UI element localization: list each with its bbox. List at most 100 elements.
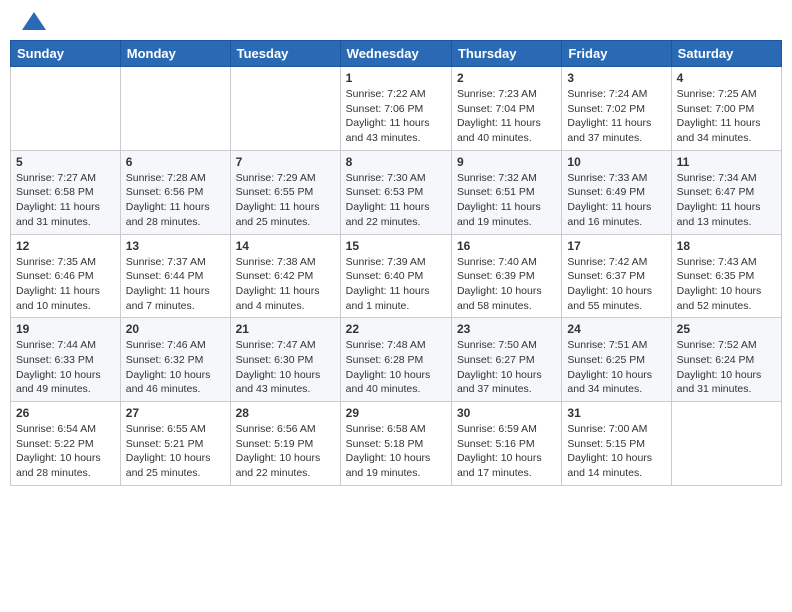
sunset-text: Sunset: 7:06 PM bbox=[346, 103, 424, 115]
daylight-text: Daylight: 10 hours and 58 minutes. bbox=[457, 285, 542, 312]
day-number: 18 bbox=[677, 239, 776, 253]
calendar-cell bbox=[11, 67, 121, 151]
day-number: 31 bbox=[567, 406, 665, 420]
sunrise-text: Sunrise: 7:43 AM bbox=[677, 256, 757, 268]
sunrise-text: Sunrise: 7:28 AM bbox=[126, 172, 206, 184]
sunrise-text: Sunrise: 7:52 AM bbox=[677, 339, 757, 351]
daylight-text: Daylight: 11 hours and 40 minutes. bbox=[457, 117, 541, 144]
calendar-cell: 18 Sunrise: 7:43 AM Sunset: 6:35 PM Dayl… bbox=[671, 234, 781, 318]
daylight-text: Daylight: 10 hours and 19 minutes. bbox=[346, 452, 431, 479]
calendar-cell: 4 Sunrise: 7:25 AM Sunset: 7:00 PM Dayli… bbox=[671, 67, 781, 151]
calendar-cell: 28 Sunrise: 6:56 AM Sunset: 5:19 PM Dayl… bbox=[230, 402, 340, 486]
sunrise-text: Sunrise: 7:25 AM bbox=[677, 88, 757, 100]
daylight-text: Daylight: 10 hours and 28 minutes. bbox=[16, 452, 101, 479]
calendar-cell: 24 Sunrise: 7:51 AM Sunset: 6:25 PM Dayl… bbox=[562, 318, 671, 402]
sunrise-text: Sunrise: 7:39 AM bbox=[346, 256, 426, 268]
day-info: Sunrise: 7:52 AM Sunset: 6:24 PM Dayligh… bbox=[677, 338, 776, 397]
sunrise-text: Sunrise: 7:46 AM bbox=[126, 339, 206, 351]
weekday-header: Monday bbox=[120, 41, 230, 67]
day-number: 24 bbox=[567, 322, 665, 336]
day-number: 3 bbox=[567, 71, 665, 85]
sunset-text: Sunset: 6:39 PM bbox=[457, 270, 535, 282]
sunset-text: Sunset: 6:44 PM bbox=[126, 270, 204, 282]
sunset-text: Sunset: 5:22 PM bbox=[16, 438, 94, 450]
day-info: Sunrise: 7:48 AM Sunset: 6:28 PM Dayligh… bbox=[346, 338, 446, 397]
day-number: 16 bbox=[457, 239, 556, 253]
sunrise-text: Sunrise: 7:48 AM bbox=[346, 339, 426, 351]
day-info: Sunrise: 7:24 AM Sunset: 7:02 PM Dayligh… bbox=[567, 87, 665, 146]
daylight-text: Daylight: 11 hours and 7 minutes. bbox=[126, 285, 210, 312]
sunset-text: Sunset: 7:04 PM bbox=[457, 103, 535, 115]
calendar-cell: 27 Sunrise: 6:55 AM Sunset: 5:21 PM Dayl… bbox=[120, 402, 230, 486]
calendar-week-row: 5 Sunrise: 7:27 AM Sunset: 6:58 PM Dayli… bbox=[11, 150, 782, 234]
calendar-cell: 30 Sunrise: 6:59 AM Sunset: 5:16 PM Dayl… bbox=[451, 402, 561, 486]
calendar-header-row: SundayMondayTuesdayWednesdayThursdayFrid… bbox=[11, 41, 782, 67]
weekday-header: Sunday bbox=[11, 41, 121, 67]
calendar-cell: 20 Sunrise: 7:46 AM Sunset: 6:32 PM Dayl… bbox=[120, 318, 230, 402]
sunset-text: Sunset: 6:56 PM bbox=[126, 186, 204, 198]
daylight-text: Daylight: 11 hours and 16 minutes. bbox=[567, 201, 651, 228]
calendar-cell bbox=[230, 67, 340, 151]
daylight-text: Daylight: 11 hours and 37 minutes. bbox=[567, 117, 651, 144]
sunset-text: Sunset: 5:18 PM bbox=[346, 438, 424, 450]
day-info: Sunrise: 7:34 AM Sunset: 6:47 PM Dayligh… bbox=[677, 171, 776, 230]
weekday-header: Saturday bbox=[671, 41, 781, 67]
sunrise-text: Sunrise: 7:42 AM bbox=[567, 256, 647, 268]
day-info: Sunrise: 7:44 AM Sunset: 6:33 PM Dayligh… bbox=[16, 338, 115, 397]
day-number: 29 bbox=[346, 406, 446, 420]
sunrise-text: Sunrise: 7:24 AM bbox=[567, 88, 647, 100]
sunrise-text: Sunrise: 6:58 AM bbox=[346, 423, 426, 435]
calendar-cell: 5 Sunrise: 7:27 AM Sunset: 6:58 PM Dayli… bbox=[11, 150, 121, 234]
day-number: 30 bbox=[457, 406, 556, 420]
daylight-text: Daylight: 10 hours and 37 minutes. bbox=[457, 369, 542, 396]
sunrise-text: Sunrise: 7:23 AM bbox=[457, 88, 537, 100]
calendar-cell: 22 Sunrise: 7:48 AM Sunset: 6:28 PM Dayl… bbox=[340, 318, 451, 402]
day-number: 14 bbox=[236, 239, 335, 253]
daylight-text: Daylight: 10 hours and 43 minutes. bbox=[236, 369, 321, 396]
sunrise-text: Sunrise: 7:37 AM bbox=[126, 256, 206, 268]
sunset-text: Sunset: 6:55 PM bbox=[236, 186, 314, 198]
calendar-week-row: 26 Sunrise: 6:54 AM Sunset: 5:22 PM Dayl… bbox=[11, 402, 782, 486]
sunrise-text: Sunrise: 7:35 AM bbox=[16, 256, 96, 268]
sunrise-text: Sunrise: 7:51 AM bbox=[567, 339, 647, 351]
sunrise-text: Sunrise: 7:27 AM bbox=[16, 172, 96, 184]
logo bbox=[18, 10, 48, 32]
day-number: 20 bbox=[126, 322, 225, 336]
day-number: 7 bbox=[236, 155, 335, 169]
day-info: Sunrise: 7:25 AM Sunset: 7:00 PM Dayligh… bbox=[677, 87, 776, 146]
day-number: 2 bbox=[457, 71, 556, 85]
day-info: Sunrise: 7:38 AM Sunset: 6:42 PM Dayligh… bbox=[236, 255, 335, 314]
day-info: Sunrise: 7:40 AM Sunset: 6:39 PM Dayligh… bbox=[457, 255, 556, 314]
daylight-text: Daylight: 10 hours and 52 minutes. bbox=[677, 285, 762, 312]
sunrise-text: Sunrise: 6:55 AM bbox=[126, 423, 206, 435]
daylight-text: Daylight: 11 hours and 25 minutes. bbox=[236, 201, 320, 228]
day-info: Sunrise: 7:35 AM Sunset: 6:46 PM Dayligh… bbox=[16, 255, 115, 314]
sunrise-text: Sunrise: 6:54 AM bbox=[16, 423, 96, 435]
day-info: Sunrise: 7:50 AM Sunset: 6:27 PM Dayligh… bbox=[457, 338, 556, 397]
sunrise-text: Sunrise: 7:32 AM bbox=[457, 172, 537, 184]
sunset-text: Sunset: 5:15 PM bbox=[567, 438, 645, 450]
day-number: 5 bbox=[16, 155, 115, 169]
day-number: 4 bbox=[677, 71, 776, 85]
sunrise-text: Sunrise: 7:40 AM bbox=[457, 256, 537, 268]
calendar-cell: 7 Sunrise: 7:29 AM Sunset: 6:55 PM Dayli… bbox=[230, 150, 340, 234]
sunset-text: Sunset: 6:58 PM bbox=[16, 186, 94, 198]
day-info: Sunrise: 7:42 AM Sunset: 6:37 PM Dayligh… bbox=[567, 255, 665, 314]
day-number: 12 bbox=[16, 239, 115, 253]
sunset-text: Sunset: 6:25 PM bbox=[567, 354, 645, 366]
sunset-text: Sunset: 6:51 PM bbox=[457, 186, 535, 198]
day-info: Sunrise: 7:47 AM Sunset: 6:30 PM Dayligh… bbox=[236, 338, 335, 397]
calendar-cell: 19 Sunrise: 7:44 AM Sunset: 6:33 PM Dayl… bbox=[11, 318, 121, 402]
daylight-text: Daylight: 11 hours and 34 minutes. bbox=[677, 117, 761, 144]
day-info: Sunrise: 6:58 AM Sunset: 5:18 PM Dayligh… bbox=[346, 422, 446, 481]
day-info: Sunrise: 7:28 AM Sunset: 6:56 PM Dayligh… bbox=[126, 171, 225, 230]
day-number: 9 bbox=[457, 155, 556, 169]
daylight-text: Daylight: 11 hours and 28 minutes. bbox=[126, 201, 210, 228]
calendar-cell: 23 Sunrise: 7:50 AM Sunset: 6:27 PM Dayl… bbox=[451, 318, 561, 402]
day-number: 23 bbox=[457, 322, 556, 336]
day-info: Sunrise: 6:55 AM Sunset: 5:21 PM Dayligh… bbox=[126, 422, 225, 481]
calendar-cell: 11 Sunrise: 7:34 AM Sunset: 6:47 PM Dayl… bbox=[671, 150, 781, 234]
day-number: 27 bbox=[126, 406, 225, 420]
sunset-text: Sunset: 6:28 PM bbox=[346, 354, 424, 366]
sunset-text: Sunset: 6:37 PM bbox=[567, 270, 645, 282]
